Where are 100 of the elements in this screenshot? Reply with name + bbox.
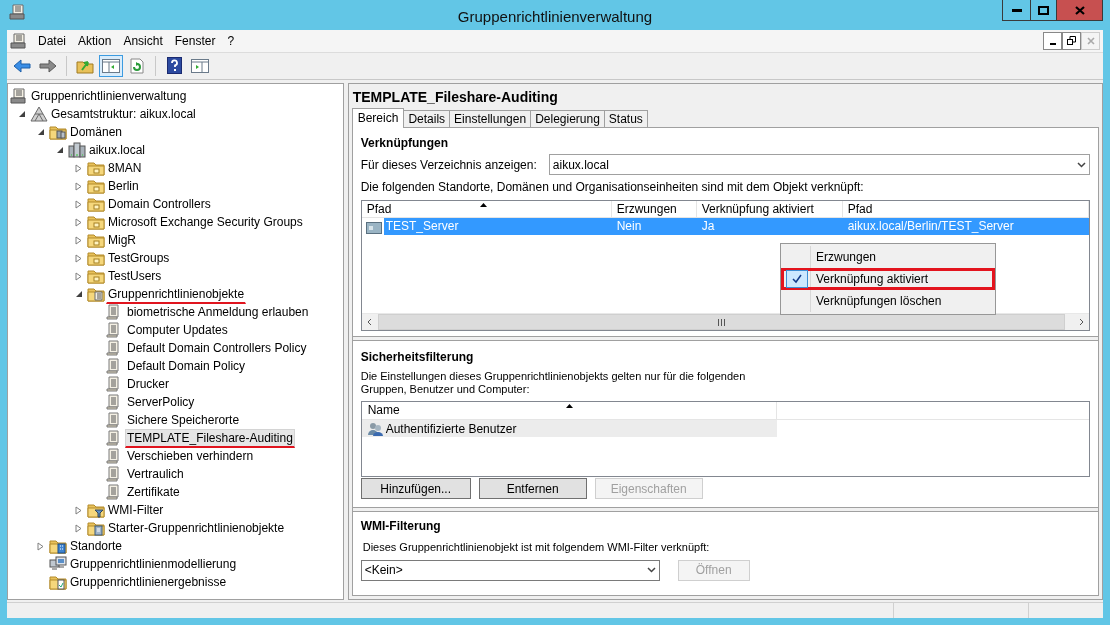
tree-item[interactable]: ServerPolicy	[125, 393, 197, 412]
close-icon	[1074, 5, 1085, 15]
menu-item[interactable]: Aktion	[72, 31, 118, 50]
pyramid-icon	[30, 106, 48, 123]
collapsed-arrow-icon[interactable]	[75, 235, 82, 245]
tree-item[interactable]: Sichere Speicherorte	[125, 411, 242, 430]
menu-item[interactable]: Verknüpfungen löschen	[781, 290, 995, 312]
menu-item[interactable]: Verknüpfung aktiviert	[781, 268, 995, 290]
tree-item[interactable]: Zertifikate	[125, 483, 182, 502]
chevron-left-icon	[367, 318, 373, 327]
scroll-icon	[106, 448, 120, 465]
column-header[interactable]: Pfad	[842, 201, 1089, 218]
tab[interactable]: Einstellungen	[449, 110, 532, 128]
folder-icon	[87, 250, 105, 267]
directory-dropdown[interactable]: aikux.local	[548, 154, 1090, 176]
app-icon	[9, 4, 25, 20]
tab[interactable]: Bereich	[351, 108, 405, 129]
tree-item[interactable]: Vertraulich	[125, 465, 186, 484]
tree-item[interactable]: Microsoft Exchange Security Groups	[106, 213, 305, 232]
tree-item[interactable]: Gesamtstruktur: aikux.local	[49, 105, 198, 124]
column-header[interactable]: Pfad	[361, 201, 612, 218]
scroll-icon	[106, 322, 120, 339]
minimize-icon	[1049, 42, 1056, 45]
tree-item[interactable]: Computer Updates	[125, 321, 230, 340]
tree-item[interactable]: Drucker	[125, 375, 171, 394]
collapsed-arrow-icon[interactable]	[75, 505, 82, 515]
column-header[interactable]: Erzwungen	[611, 201, 697, 218]
menu-item[interactable]: ?	[221, 31, 241, 50]
folder-icon	[87, 268, 105, 285]
close-button[interactable]	[1057, 0, 1102, 20]
tree-item[interactable]: Gruppenrichtlinienmodellierung	[68, 555, 239, 574]
table-row[interactable]: Authentifizierte Benutzer	[361, 420, 777, 438]
folder-icon	[87, 178, 105, 195]
tree-item[interactable]: TestUsers	[106, 267, 164, 286]
scrollbar-thumb[interactable]	[377, 314, 1065, 331]
refresh-icon	[130, 57, 144, 74]
column-header[interactable]: Verknüpfung aktiviert	[696, 201, 843, 218]
document-icon	[10, 32, 26, 49]
folder-icon	[87, 232, 105, 249]
tree-item[interactable]: Domänen	[68, 123, 125, 142]
chevron-right-icon	[1078, 318, 1084, 327]
menu-item[interactable]: Ansicht	[117, 31, 169, 50]
scroll-icon	[10, 88, 26, 105]
dialog-button[interactable]: Hinzufügen...	[360, 478, 471, 500]
tree-item[interactable]: Standorte	[68, 537, 125, 556]
collapsed-arrow-icon[interactable]	[75, 199, 82, 209]
collapsed-arrow-icon[interactable]	[75, 217, 82, 227]
tree-item[interactable]: MigR	[106, 231, 138, 250]
collapsed-arrow-icon[interactable]	[37, 541, 44, 551]
pane-icon	[191, 58, 209, 73]
tree-item[interactable]: WMI-Filter	[106, 501, 166, 520]
tree-item[interactable]: biometrische Anmeldung erlauben	[125, 303, 311, 322]
collapsed-arrow-icon[interactable]	[75, 271, 82, 281]
expanded-arrow-icon[interactable]	[18, 110, 26, 119]
tree-item[interactable]: Gruppenrichtlinienobjekte	[106, 284, 247, 304]
collapsed-arrow-icon[interactable]	[75, 181, 82, 191]
dialog-button[interactable]: Entfernen	[478, 478, 587, 500]
section-heading: Verknüpfungen	[360, 135, 450, 153]
menu-item[interactable]: Datei	[32, 31, 72, 50]
chevron-down-icon	[646, 567, 656, 574]
expanded-arrow-icon[interactable]	[37, 128, 45, 137]
collapsed-arrow-icon[interactable]	[75, 163, 82, 173]
scroll-folder-icon	[87, 286, 105, 303]
description-text: Dieses Gruppenrichtlinienobjekt ist mit folgendem WMI-Filter verknüpft:	[361, 540, 711, 556]
menu-item[interactable]: Erzwungen	[781, 246, 995, 268]
collapsed-arrow-icon[interactable]	[75, 523, 82, 533]
tree-item[interactable]: Default Domain Controllers Policy	[125, 339, 309, 358]
expanded-arrow-icon[interactable]	[75, 290, 83, 299]
scroll-icon	[106, 340, 120, 357]
tree-item[interactable]: 8MAN	[106, 159, 144, 178]
section-heading: Sicherheitsfilterung	[360, 349, 475, 367]
tree-item[interactable]: Berlin	[106, 177, 141, 196]
server-folder-icon	[49, 124, 67, 141]
folder-icon	[87, 214, 105, 231]
document-folder-icon	[49, 574, 67, 591]
restore-icon	[1067, 36, 1076, 46]
check-icon	[786, 270, 808, 288]
menu-item[interactable]: Fenster	[168, 31, 222, 50]
expanded-arrow-icon[interactable]	[56, 146, 64, 155]
tree-item[interactable]: TEMPLATE_Fileshare-Auditing	[125, 428, 295, 448]
child-minimize-button[interactable]	[1043, 31, 1062, 50]
tree-item[interactable]: Domain Controllers	[106, 195, 213, 214]
wmi-filter-dropdown[interactable]: <Kein>	[360, 559, 660, 581]
tab[interactable]: Delegierung	[530, 110, 605, 128]
computer-icon	[49, 556, 67, 573]
server-icon	[68, 142, 86, 159]
tree-item[interactable]: Gruppenrichtlinienergebnisse	[68, 573, 229, 592]
tab[interactable]: Status	[603, 110, 648, 128]
column-header[interactable]: Name	[361, 402, 777, 420]
tree-item[interactable]: Default Domain Policy	[125, 357, 248, 376]
tree-item[interactable]: Verschieben verhindern	[125, 447, 256, 466]
collapsed-arrow-icon[interactable]	[75, 253, 82, 263]
child-restore-button[interactable]	[1062, 31, 1081, 50]
tree-item[interactable]: Gruppenrichtlinienverwaltung	[29, 87, 189, 106]
description-text: Die Einstellungen dieses Gruppenrichtlinienobjekts gelten nur für die folgenden Gruppen, Benutzer und Computer:	[360, 370, 747, 397]
tree-item[interactable]: TestGroups	[106, 249, 172, 268]
tree-item[interactable]: Starter-Gruppenrichtlinienobjekte	[106, 519, 287, 538]
pane-icon	[102, 58, 120, 73]
tree-item[interactable]: aikux.local	[87, 141, 148, 160]
window-title: Gruppenrichtlinienverwaltung	[456, 7, 654, 27]
